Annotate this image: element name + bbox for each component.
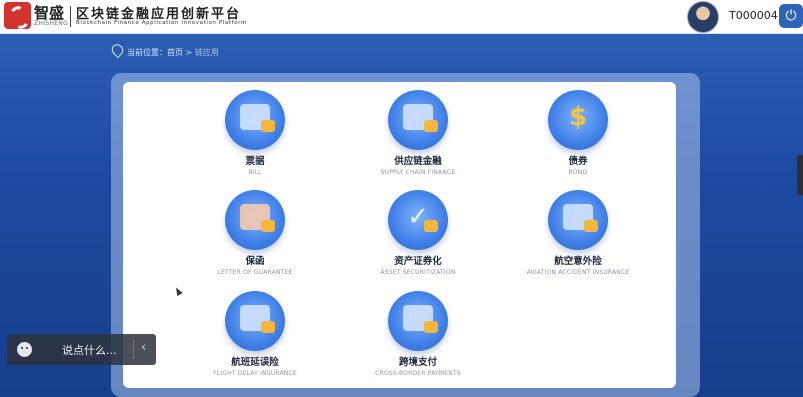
app-title: 供应链金融 xyxy=(394,156,442,167)
avatar[interactable] xyxy=(687,1,719,33)
guarantee-icon xyxy=(225,190,285,250)
breadcrumb-prefix: 当前位置： xyxy=(127,48,167,57)
power-icon: ⏻ xyxy=(785,8,797,24)
securitization-icon: ✓ xyxy=(388,190,448,250)
top-header: 智盛 ZHISHENG 区块链金融应用创新平台 Blockchain Finan… xyxy=(0,0,803,34)
app-grid-panel: 票据 BILL 供应链金融 SUPPLY CHAIN FINANCE $ 债券 … xyxy=(123,82,676,388)
app-title: 跨境支付 xyxy=(398,357,437,368)
cross-border-icon xyxy=(388,291,448,351)
app-tile-guarantee[interactable]: 保函 LETTER OF GUARANTEE xyxy=(180,190,330,276)
app-tile-flight-delay[interactable]: 航班延误险 FLIGHT DELAY INSURANCE xyxy=(180,291,330,377)
breadcrumb: 当前位置：首页 > 链应用 xyxy=(109,41,219,59)
app-title: 航班延误险 xyxy=(231,357,279,368)
app-subtitle: AVIATION ACCIDENT INSURANCE xyxy=(526,269,630,276)
app-tile-bill[interactable]: 票据 BILL xyxy=(180,90,330,176)
app-subtitle: LETTER OF GUARANTEE xyxy=(217,269,293,276)
collapse-chevron-icon[interactable]: ‹ xyxy=(141,340,146,355)
side-drawer-handle[interactable] xyxy=(797,155,803,195)
app-tile-supply-chain[interactable]: 供应链金融 SUPPLY CHAIN FINANCE xyxy=(343,90,493,176)
power-button[interactable]: ⏻ xyxy=(779,4,803,28)
supply-chain-icon xyxy=(388,90,448,150)
app-tile-bond[interactable]: $ 债券 BOND xyxy=(503,90,653,176)
app-tile-aviation-insurance[interactable]: 航空意外险 AVIATION ACCIDENT INSURANCE xyxy=(503,190,653,276)
flight-delay-icon xyxy=(225,291,285,351)
app-title: 资产证券化 xyxy=(394,256,442,267)
location-pin-icon xyxy=(109,41,126,59)
app-subtitle: CROSS-BORDER PAYMENTS xyxy=(375,370,461,377)
app-subtitle: ASSET SECURITIZATION xyxy=(380,269,456,276)
brand-name-en: ZHISHENG xyxy=(34,20,69,27)
app-title: 票据 xyxy=(245,156,265,167)
aviation-insurance-icon xyxy=(548,190,608,250)
chat-input-bar[interactable]: 说点什么... ‹ xyxy=(7,334,156,365)
platform-subtitle: Blockchain Finance Application Innovatio… xyxy=(76,20,247,26)
app-tile-securitization[interactable]: ✓ 资产证券化 ASSET SECURITIZATION xyxy=(343,190,493,276)
app-subtitle: BOND xyxy=(568,169,588,176)
app-title: 保函 xyxy=(245,256,265,267)
app-title: 航空意外险 xyxy=(554,256,602,267)
chat-divider xyxy=(133,340,134,359)
user-id: T000004 xyxy=(729,9,778,22)
zhisheng-logo-icon xyxy=(4,2,31,29)
breadcrumb-home[interactable]: 首页 > xyxy=(167,48,192,57)
brand-divider xyxy=(70,6,71,27)
bond-icon: $ xyxy=(548,90,608,150)
app-title: 债券 xyxy=(568,156,588,167)
emoji-icon[interactable] xyxy=(17,342,32,357)
app-tile-cross-border[interactable]: 跨境支付 CROSS-BORDER PAYMENTS xyxy=(343,291,493,377)
bill-icon xyxy=(225,90,285,150)
app-subtitle: BILL xyxy=(248,169,262,176)
breadcrumb-current: 链应用 xyxy=(194,48,219,57)
app-subtitle: FLIGHT DELAY INSURANCE xyxy=(213,370,297,377)
app-subtitle: SUPPLY CHAIN FINANCE xyxy=(380,169,456,176)
chat-input[interactable]: 说点什么... xyxy=(62,342,117,358)
